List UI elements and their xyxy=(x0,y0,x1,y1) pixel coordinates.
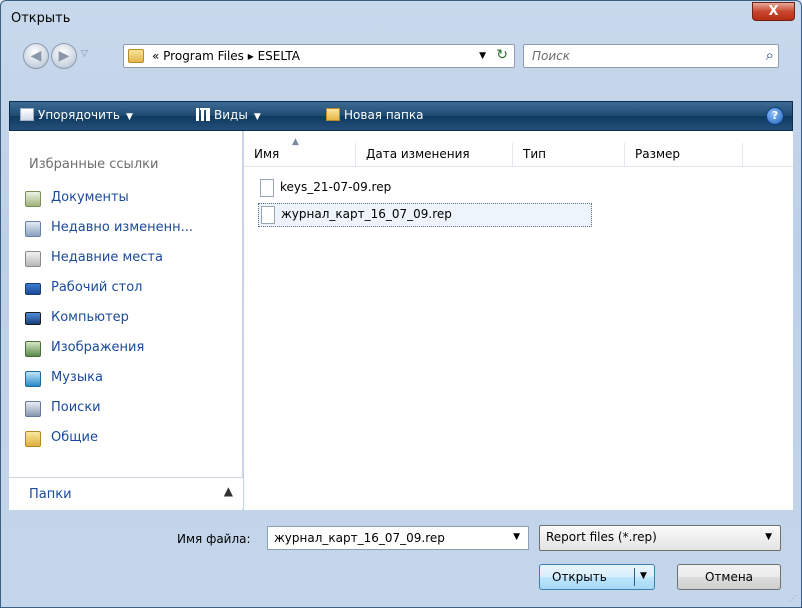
sidebar-item-label: Музыка xyxy=(51,370,103,385)
navigation-pane: Избранные ссылки Документы Недавно измен… xyxy=(9,131,243,510)
filename-combobox[interactable]: журнал_карт_16_07_09.rep ▼ xyxy=(267,526,529,550)
search-icon[interactable]: ⌕ xyxy=(766,46,774,64)
documents-icon xyxy=(25,191,41,207)
public-folder-icon xyxy=(25,431,41,447)
folder-icon xyxy=(128,49,144,63)
chevron-up-icon: ▲ xyxy=(223,484,233,498)
open-label: Открыть xyxy=(552,570,607,584)
column-headers: ▲ Имя Дата изменения Тип Размер xyxy=(244,137,793,167)
history-dropdown-icon[interactable]: ▽ xyxy=(81,49,88,59)
music-icon xyxy=(25,371,41,387)
recent-places-icon xyxy=(25,251,41,267)
search-input[interactable]: Поиск ⌕ xyxy=(523,44,779,68)
breadcrumb[interactable]: « Program Files ▸ ESELTA xyxy=(152,49,300,63)
computer-icon xyxy=(25,312,41,325)
file-name: keys_21-07-09.rep xyxy=(280,180,392,194)
sidebar-item-pictures[interactable]: Изображения xyxy=(19,339,239,369)
organize-label: Упорядочить xyxy=(38,108,120,122)
sidebar-item-label: Недавно измененн... xyxy=(51,220,194,235)
column-label: Дата изменения xyxy=(366,147,470,161)
open-file-dialog: Открыть X ◀ ▶ ▽ « Program Files ▸ ESELTA… xyxy=(0,0,802,608)
views-button[interactable]: Виды ▼ xyxy=(196,108,261,122)
file-icon xyxy=(261,206,275,224)
organize-button[interactable]: Упорядочить ▼ xyxy=(20,108,133,122)
sidebar-item-computer[interactable]: Компьютер xyxy=(19,309,239,339)
column-header-size[interactable]: Размер xyxy=(625,143,743,167)
column-label: Тип xyxy=(523,147,546,161)
desktop-icon xyxy=(25,283,41,295)
title-bar[interactable]: Открыть X xyxy=(1,1,801,37)
new-folder-icon xyxy=(326,108,340,121)
new-folder-button[interactable]: Новая папка xyxy=(326,108,423,122)
open-button[interactable]: Открыть ▼ xyxy=(539,564,655,590)
help-icon[interactable]: ? xyxy=(766,107,784,125)
sidebar-item-desktop[interactable]: Рабочий стол xyxy=(19,279,239,309)
sidebar-item-recent-places[interactable]: Недавние места xyxy=(19,249,239,279)
file-type-value: Report files (*.rep) xyxy=(546,530,657,544)
column-label: Размер xyxy=(635,147,681,161)
folders-toggle[interactable]: Папки ▲ xyxy=(9,477,243,509)
window-title: Открыть xyxy=(11,11,71,26)
sidebar-item-recently-changed[interactable]: Недавно измененн... xyxy=(19,219,239,249)
new-folder-label: Новая папка xyxy=(344,108,424,122)
cancel-button[interactable]: Отмена xyxy=(677,564,781,590)
file-list: ▲ Имя Дата изменения Тип Размер keys_21-… xyxy=(244,131,793,510)
file-row[interactable]: keys_21-07-09.rep xyxy=(258,177,592,201)
sidebar-item-label: Изображения xyxy=(51,340,145,355)
close-button[interactable]: X xyxy=(752,2,795,21)
sidebar-item-documents[interactable]: Документы xyxy=(19,189,239,219)
file-icon xyxy=(260,179,274,197)
pictures-icon xyxy=(25,341,41,357)
sidebar-item-label: Компьютер xyxy=(51,310,129,325)
views-icon xyxy=(196,108,210,121)
forward-arrow-icon: ▶ xyxy=(58,48,70,64)
file-row-selected[interactable]: журнал_карт_16_07_09.rep xyxy=(258,203,592,227)
sidebar-item-searches[interactable]: Поиски xyxy=(19,399,239,429)
address-dropdown-icon[interactable]: ▼ xyxy=(479,51,486,61)
searches-icon xyxy=(25,401,41,417)
split-divider xyxy=(634,568,635,586)
navigation-row: ◀ ▶ ▽ « Program Files ▸ ESELTA ▼ ↻ Поиск… xyxy=(7,41,797,71)
filename-value[interactable]: журнал_карт_16_07_09.rep xyxy=(274,531,445,545)
back-button[interactable]: ◀ xyxy=(23,43,49,69)
command-toolbar: Упорядочить ▼ Виды ▼ Новая папка ? xyxy=(9,101,793,131)
sidebar-item-label: Документы xyxy=(51,190,129,205)
address-bar[interactable]: « Program Files ▸ ESELTA ▼ ↻ xyxy=(123,44,515,68)
search-placeholder: Поиск xyxy=(532,49,571,63)
column-label: Имя xyxy=(254,147,280,161)
chevron-down-icon[interactable]: ▼ xyxy=(513,532,520,542)
sidebar-item-music[interactable]: Музыка xyxy=(19,369,239,399)
column-header-name[interactable]: ▲ Имя xyxy=(244,137,356,167)
resize-grip-icon[interactable]: ⋰ xyxy=(789,594,797,603)
file-type-select[interactable]: Report files (*.rep) ▼ xyxy=(539,525,781,551)
column-header-date[interactable]: Дата изменения xyxy=(356,143,513,167)
chevron-down-icon: ▼ xyxy=(125,112,133,122)
sidebar-item-label: Поиски xyxy=(51,400,101,415)
sort-ascending-icon: ▲ xyxy=(292,137,299,147)
sidebar-item-label: Общие xyxy=(51,430,98,445)
chevron-down-icon: ▼ xyxy=(253,112,261,122)
views-label: Виды xyxy=(214,108,248,122)
forward-button[interactable]: ▶ xyxy=(51,43,77,69)
favorites-title: Избранные ссылки xyxy=(29,157,159,172)
chevron-down-icon: ▼ xyxy=(765,532,772,542)
open-options-dropdown-icon[interactable]: ▼ xyxy=(640,571,647,581)
filename-label: Имя файла: xyxy=(177,532,251,546)
refresh-icon[interactable]: ↻ xyxy=(496,47,508,63)
sidebar-item-label: Рабочий стол xyxy=(51,280,143,295)
file-name: журнал_карт_16_07_09.rep xyxy=(281,207,452,221)
favorite-links: Документы Недавно измененн... Недавние м… xyxy=(19,189,239,459)
sidebar-item-public[interactable]: Общие xyxy=(19,429,239,459)
folders-label: Папки xyxy=(29,487,72,502)
column-header-type[interactable]: Тип xyxy=(513,143,625,167)
organize-icon xyxy=(20,108,34,121)
back-arrow-icon: ◀ xyxy=(30,48,42,64)
sidebar-item-label: Недавние места xyxy=(51,250,163,265)
recent-changed-icon xyxy=(25,221,41,237)
